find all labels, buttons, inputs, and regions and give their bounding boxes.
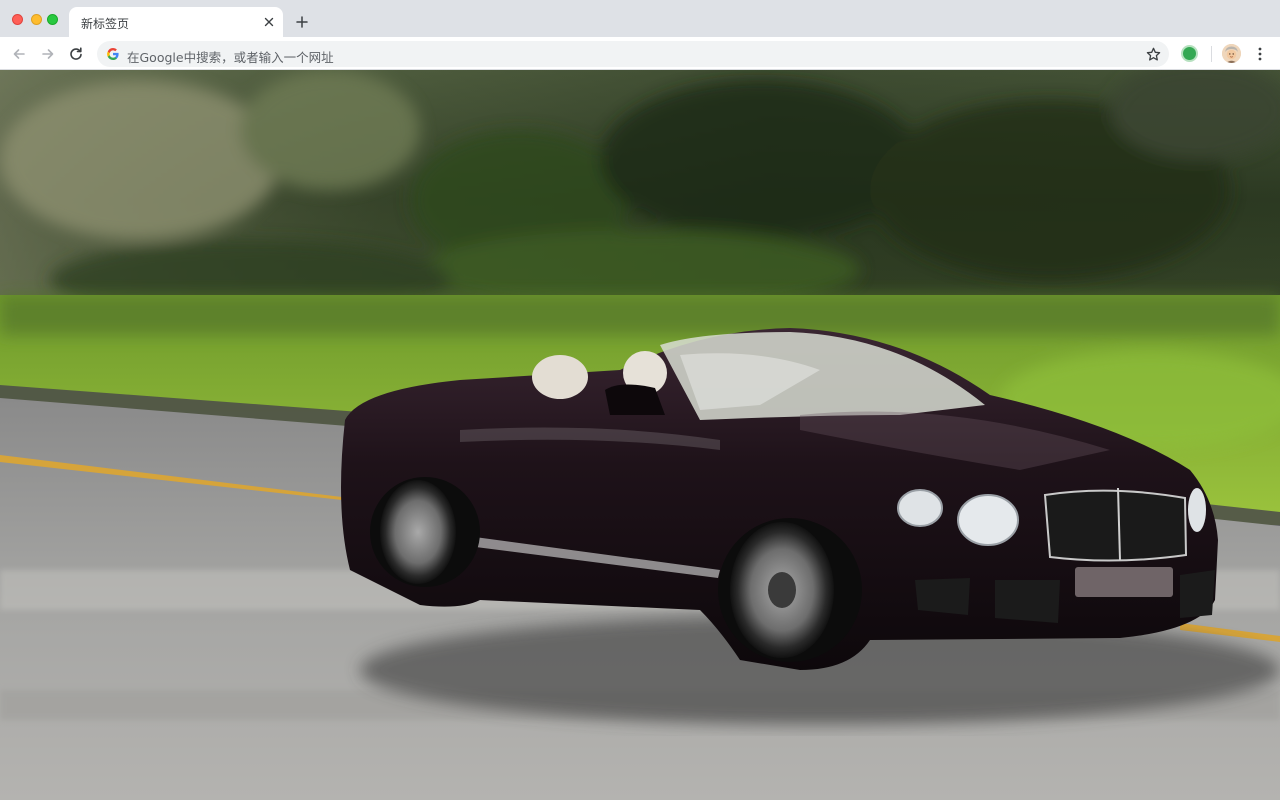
browser-toolbar: 在Google中搜索，或者输入一个网址 xyxy=(0,37,1280,70)
wallpaper-image xyxy=(0,70,1280,800)
address-bar[interactable]: 在Google中搜索，或者输入一个网址 xyxy=(97,41,1169,67)
kebab-menu-icon[interactable] xyxy=(1251,44,1269,64)
green-circle-extension-icon[interactable] xyxy=(1181,45,1198,62)
avatar-icon[interactable] xyxy=(1222,44,1241,63)
tab-strip: 新标签页 xyxy=(0,0,1280,38)
window-close-button[interactable] xyxy=(12,14,23,25)
star-icon[interactable] xyxy=(1144,45,1162,63)
window-minimize-button[interactable] xyxy=(31,14,42,25)
reload-icon[interactable] xyxy=(65,43,87,65)
google-g-icon xyxy=(106,47,120,61)
tab-new-tab[interactable]: 新标签页 xyxy=(69,7,283,38)
close-icon[interactable] xyxy=(261,14,277,30)
new-tab-wallpaper xyxy=(0,70,1280,800)
arrow-right-icon[interactable] xyxy=(37,43,59,65)
address-placeholder: 在Google中搜索，或者输入一个网址 xyxy=(127,50,334,65)
toolbar-divider xyxy=(1211,46,1212,62)
tab-title: 新标签页 xyxy=(81,17,130,31)
window-zoom-button[interactable] xyxy=(47,14,58,25)
plus-icon[interactable] xyxy=(292,12,312,32)
arrow-left-icon[interactable] xyxy=(8,43,30,65)
